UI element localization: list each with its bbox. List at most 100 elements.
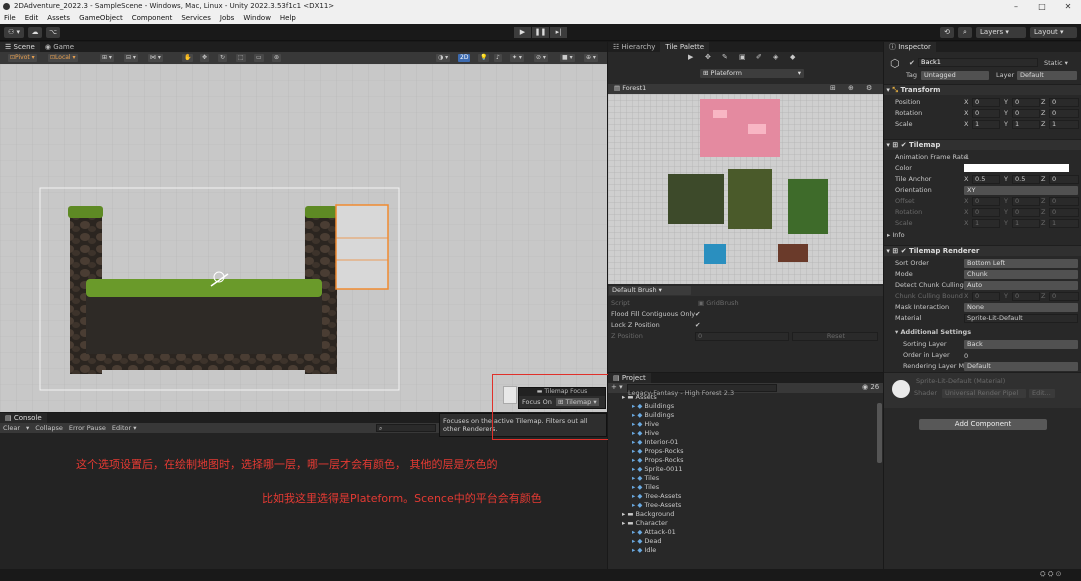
tab-console[interactable]: ▤ Console [0,413,47,423]
move-tool-icon[interactable]: ✥ [200,54,210,62]
z-position-input[interactable]: 0 [695,332,789,341]
transform-position-z-input[interactable]: 0 [1049,98,1079,107]
layout-dropdown[interactable]: Layout ▾ [1030,27,1077,38]
project-tree-item[interactable]: ▸ ◆ Tiles [612,474,882,483]
brush-dropdown[interactable]: Default Brush ▾ [609,286,691,295]
local-dropdown[interactable]: ⊡Local ▾ [48,54,78,62]
tab-project[interactable]: ▤ Project [608,373,651,383]
project-tree-item[interactable]: ▸ ◆ Attack-01 [612,528,882,537]
transform-header[interactable]: ▾ ⤡ Transform [884,84,1081,95]
reset-button[interactable]: Reset [792,332,878,341]
tab-hierarchy[interactable]: ☷ Hierarchy [608,42,660,52]
effects-icon[interactable]: ✦ ▾ [510,54,524,62]
transform-scale-y-input[interactable]: 1 [1012,120,1040,129]
collab-icon[interactable]: ⌥ [46,27,60,38]
project-tree-item[interactable]: ▸ ◆ Sprite-0011 [612,465,882,474]
project-tree-item[interactable]: ▸ ◆ Tiles [612,483,882,492]
tag-dropdown[interactable]: Untagged [921,71,989,80]
tile-anchor-y-input[interactable]: 0.5 [1012,175,1040,184]
palette-dropdown[interactable]: ▤ Forest1 [611,84,696,93]
minimize-button[interactable]: – [1003,0,1029,13]
flood-fill-checkbox[interactable]: ✔ [695,309,700,319]
picker-tool-icon[interactable]: ✐ [756,53,762,61]
snap-icon[interactable]: ⊟ ▾ [124,54,138,62]
menu-item-gameobject[interactable]: GameObject [79,13,123,24]
menu-item-window[interactable]: Window [243,13,271,24]
hand-tool-icon[interactable]: ✋ [182,54,194,62]
project-tree-item[interactable]: ▸ ▬ Background [612,510,882,519]
gizmo-icon[interactable]: ⊕ [848,84,854,92]
tab-tile-palette[interactable]: Tile Palette [660,42,710,52]
grid-snap-icon[interactable]: ⊞ ▾ [100,54,114,62]
collapse-button[interactable]: Collapse [35,423,63,433]
add-component-button[interactable]: Add Component [919,419,1047,430]
play-button[interactable]: ▶ [514,27,531,38]
menu-item-edit[interactable]: Edit [25,13,39,24]
tm-rotation-z-input[interactable]: 0 [1049,208,1079,217]
renderer-bounds-z-input[interactable]: 0 [1049,292,1079,301]
fill-tool-icon[interactable]: ◆ [790,53,795,61]
menu-item-services[interactable]: Services [181,13,211,24]
eraser-tool-icon[interactable]: ◈ [773,53,778,61]
tab-game[interactable]: ◉ Game [40,42,79,52]
rect-tool-icon[interactable]: ▭ [254,54,264,62]
renderer-culling-dropdown[interactable]: Auto [964,281,1078,290]
transform-rotation-y-input[interactable]: 0 [1012,109,1040,118]
tile-palette-grid[interactable] [608,94,883,284]
pivot-dropdown[interactable]: ⊡Pivot ▾ [8,54,37,62]
tm-rotation-x-input[interactable]: 0 [972,208,1000,217]
renderer-material-field[interactable]: Sprite-Lit-Default [964,314,1078,323]
menu-item-help[interactable]: Help [280,13,296,24]
transform-scale-x-input[interactable]: 1 [972,120,1000,129]
project-tree-item[interactable]: ▸ ◆ Buildings [612,411,882,420]
layer-dropdown[interactable]: Default [1017,71,1077,80]
grid-icon[interactable]: ⊞ [830,84,836,92]
audio-icon[interactable]: ♪ [494,54,502,62]
tm-offset-z-input[interactable]: 0 [1049,197,1079,206]
account-button[interactable]: ⚇ ▾ [4,27,24,38]
tab-scene[interactable]: ☰ Scene [0,42,40,52]
tab-inspector[interactable]: ⓘ Inspector [884,42,936,52]
transform-rotation-x-input[interactable]: 0 [972,109,1000,118]
active-target-dropdown[interactable]: ⊞ Plateform ▾ [700,69,804,78]
project-tree-item[interactable]: ▸ ◆ Idle [612,546,882,555]
tm-scale-x-input[interactable]: 1 [972,219,1000,228]
cloud-icon[interactable]: ☁ [28,27,42,38]
menu-item-assets[interactable]: Assets [47,13,70,24]
tilemap-renderer-header[interactable]: ▾ ⊞ ✔ Tilemap Renderer [884,245,1081,256]
transform-scale-z-input[interactable]: 1 [1049,120,1079,129]
transform-rotation-z-input[interactable]: 0 [1049,109,1079,118]
rotate-tool-icon[interactable]: ↻ [218,54,228,62]
paint-tool-icon[interactable]: ✎ [722,53,728,61]
search-icon[interactable]: ⌕ [958,27,972,38]
clear-button[interactable]: Clear [3,423,20,433]
renderer-sort-order-dropdown[interactable]: Bottom Left [964,259,1078,268]
renderer-sorting-layer-value[interactable]: Back [964,340,1078,349]
renderer-mask-dropdown[interactable]: None [964,303,1078,312]
menu-item-jobs[interactable]: Jobs [220,13,234,24]
palette-settings-icon[interactable]: ⚙ [866,84,872,92]
color-swatch[interactable] [964,164,1069,172]
move-tool-icon[interactable]: ✥ [705,53,711,61]
project-tree-item[interactable]: ▸ ◆ Props-Rocks [612,447,882,456]
renderer-bounds-x-input[interactable]: 0 [972,292,1000,301]
active-checkbox[interactable]: ✔ [909,59,915,67]
shader-dropdown[interactable]: Universal Render Pipel [942,389,1026,398]
info-foldout[interactable]: ▸ Info [887,230,905,240]
tm-rotation-y-input[interactable]: 0 [1012,208,1040,217]
pause-button[interactable]: ❚❚ [532,27,549,38]
object-name-input[interactable]: Back1 [918,58,1038,67]
transform-position-x-input[interactable]: 0 [972,98,1000,107]
box-fill-icon[interactable]: ▣ [739,53,746,61]
lock-z-checkbox[interactable]: ✔ [695,320,700,330]
increment-icon[interactable]: ⋈ ▾ [148,54,163,62]
console-search-input[interactable]: ⌕ [376,424,436,432]
create-button[interactable]: + ▾ [611,383,623,391]
hidden-icon[interactable]: ⊘ ▾ [534,54,548,62]
draw-mode-icon[interactable]: ◑ ▾ [436,54,451,62]
scene-viewport[interactable]: ▬ Tilemap Focus Focus On ⊞ Tilemap ▾ [0,64,607,412]
anim-frame-value[interactable]: 1 [965,152,969,162]
orientation-dropdown[interactable]: XY [964,186,1078,195]
scale-tool-icon[interactable]: ⬚ [236,54,246,62]
layers-dropdown[interactable]: Layers ▾ [976,27,1026,38]
